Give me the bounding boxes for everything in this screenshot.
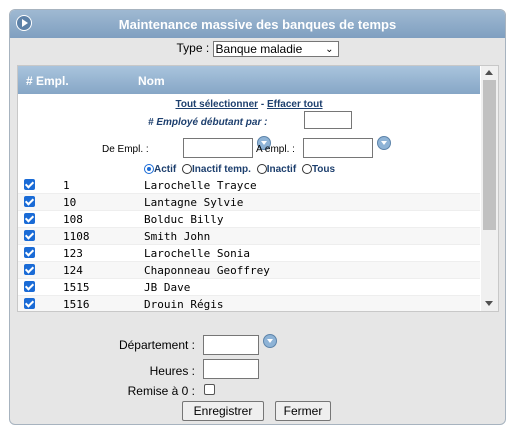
from-empl-label: De Empl. : — [102, 144, 149, 155]
save-button[interactable]: Enregistrer — [182, 401, 264, 421]
row-checkbox[interactable] — [24, 298, 35, 309]
table-row[interactable]: 1 Larochelle Trayce — [18, 177, 480, 194]
employee-number: 1108 — [63, 230, 90, 243]
scroll-down-icon[interactable] — [485, 301, 493, 306]
header-empl: # Empl. — [26, 74, 69, 88]
employee-number: 124 — [63, 264, 83, 277]
table-row[interactable]: 10 Lantagne Sylvie — [18, 194, 480, 211]
status-label: Inactif — [266, 164, 297, 175]
scroll-up-icon[interactable] — [485, 70, 493, 75]
department-input[interactable] — [203, 335, 259, 355]
table-row[interactable]: 1515 JB Dave — [18, 279, 480, 296]
clear-all-link[interactable]: Effacer tout — [267, 99, 323, 110]
list-scrollbar[interactable] — [481, 66, 498, 311]
link-separator: - — [258, 99, 267, 110]
table-row[interactable]: 124 Chaponneau Geoffrey — [18, 262, 480, 279]
hours-label: Heures : — [149, 364, 195, 378]
list-header: # Empl. Nom — [18, 66, 480, 94]
window-title: Maintenance massive des banques de temps — [118, 17, 397, 32]
status-option-all[interactable]: Tous — [301, 164, 336, 175]
row-checkbox[interactable] — [24, 247, 35, 258]
close-button[interactable]: Fermer — [275, 401, 331, 421]
radio-all[interactable] — [301, 164, 312, 174]
selection-links: Tout sélectionner - Effacer tout — [18, 99, 480, 110]
chevron-down-icon: ⌄ — [325, 44, 334, 55]
status-label: Tous — [311, 164, 336, 175]
type-select[interactable]: Banque maladie ⌄ — [212, 41, 339, 57]
row-checkbox[interactable] — [24, 196, 35, 207]
type-label: Type : — [176, 41, 210, 56]
status-label: Actif — [154, 164, 177, 175]
scroll-thumb[interactable] — [483, 80, 496, 230]
type-selected-value: Banque maladie — [215, 42, 303, 56]
row-checkbox[interactable] — [24, 179, 35, 190]
table-row[interactable]: 123 Larochelle Sonia — [18, 245, 480, 262]
employee-name: Smith John — [144, 230, 211, 243]
employee-name: Bolduc Billy — [144, 213, 224, 226]
employee-name: Chaponneau Geoffrey — [144, 264, 270, 277]
employee-name: Larochelle Sonia — [144, 247, 250, 260]
reset-label: Remise à 0 : — [127, 384, 195, 398]
bank-maintenance-panel: Maintenance massive des banques de temps… — [9, 9, 506, 425]
table-row[interactable]: 1516 Drouin Régis — [18, 296, 480, 311]
radio-inactive-temp[interactable] — [182, 164, 193, 174]
title-bar: Maintenance massive des banques de temps — [10, 10, 505, 38]
status-label: Inactif temp. — [192, 164, 251, 175]
to-dropdown-icon[interactable] — [377, 136, 391, 150]
to-empl-label: A empl. : — [256, 144, 295, 155]
status-option-inactive[interactable]: Inactif — [256, 164, 297, 175]
employee-number: 108 — [63, 213, 83, 226]
department-label: Département : — [118, 338, 195, 352]
status-filter: Actif Inactif temp. Inactif Tous — [144, 164, 338, 175]
row-checkbox[interactable] — [24, 264, 35, 275]
radio-inactive[interactable] — [256, 164, 267, 174]
hours-input[interactable] — [203, 359, 259, 379]
employee-name: JB Dave — [144, 281, 191, 294]
starts-with-label: # Employé débutant par : — [148, 117, 268, 128]
employee-name: Lantagne Sylvie — [144, 196, 244, 209]
header-name: Nom — [138, 74, 165, 88]
status-option-inactive-temp[interactable]: Inactif temp. — [182, 164, 251, 175]
employee-rows: 1 Larochelle Trayce 10 Lantagne Sylvie 1… — [18, 177, 480, 311]
from-empl-input[interactable] — [183, 138, 253, 158]
employee-number: 123 — [63, 247, 83, 260]
row-checkbox[interactable] — [24, 230, 35, 241]
radio-active[interactable] — [144, 164, 154, 174]
status-option-active[interactable]: Actif — [144, 164, 176, 175]
type-filter-row: Type : Banque maladie ⌄ — [10, 41, 505, 57]
to-empl-input[interactable] — [303, 138, 373, 158]
employee-number: 1515 — [63, 281, 90, 294]
employee-name: Drouin Régis — [144, 298, 224, 311]
department-dropdown-icon[interactable] — [263, 334, 277, 348]
table-row[interactable]: 1108 Smith John — [18, 228, 480, 245]
employee-number: 1 — [63, 179, 70, 192]
starts-with-input[interactable] — [304, 111, 352, 129]
row-checkbox[interactable] — [24, 213, 35, 224]
table-row[interactable]: 108 Bolduc Billy — [18, 211, 480, 228]
row-checkbox[interactable] — [24, 281, 35, 292]
select-all-link[interactable]: Tout sélectionner — [175, 99, 258, 110]
employee-list: # Empl. Nom Tout sélectionner - Effacer … — [17, 65, 499, 312]
employee-name: Larochelle Trayce — [144, 179, 257, 192]
employee-number: 1516 — [63, 298, 90, 311]
employee-number: 10 — [63, 196, 77, 209]
reset-checkbox[interactable] — [204, 384, 215, 395]
